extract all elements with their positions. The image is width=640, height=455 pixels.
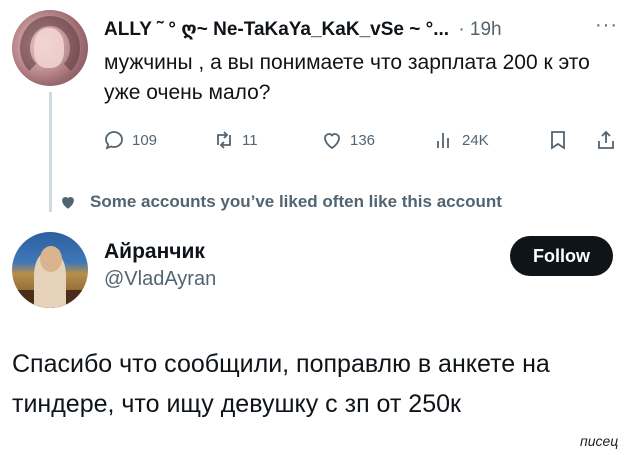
like-count: 136 (350, 131, 376, 149)
reply-icon (105, 131, 123, 150)
tweet2-handle[interactable]: @VladAyran (104, 268, 216, 291)
reply-count: 109 (132, 131, 158, 149)
retweet-count: 11 (242, 131, 258, 149)
tweet1-actions: 109 11 136 24K (102, 128, 622, 158)
avatar-ally[interactable] (12, 10, 88, 86)
thread-connector-line (49, 92, 52, 212)
tweet1-text: мужчины , а вы понимаете что зарплата 20… (104, 51, 590, 104)
heart-filled-icon (62, 197, 74, 209)
watermark-text: писец (580, 433, 619, 449)
tweet1-author-name[interactable]: ALLY ˜ ° ღ~ Ne-TaKaYa_KaK_vSe ~ °... (104, 19, 449, 40)
like-button[interactable]: 136 (320, 128, 375, 152)
views-count: 24K (462, 131, 489, 149)
bookmark-icon (551, 131, 565, 150)
reply-button[interactable]: 109 (102, 128, 157, 152)
avatar-ayranchik[interactable] (12, 232, 88, 308)
share-icon (598, 130, 614, 149)
avatar-head (40, 246, 62, 272)
views-button[interactable]: 24K (432, 128, 489, 152)
follow-button[interactable]: Follow (510, 236, 613, 276)
liked-notice-text: Some accounts you’ve liked often like th… (90, 192, 502, 211)
heart-icon (324, 133, 340, 150)
tweet2-author-name[interactable]: Айранчик (104, 240, 205, 264)
views-icon (437, 133, 449, 148)
retweet-icon (217, 131, 231, 149)
retweet-button[interactable]: 11 (212, 128, 258, 152)
tweet1-header: ALLY ˜ ° ღ~ Ne-TaKaYa_KaK_vSe ~ °... · 1… (104, 18, 502, 44)
bookmark-button[interactable] (546, 128, 570, 152)
avatar-face (34, 28, 64, 68)
liked-accounts-notice: Some accounts you’ve liked often like th… (58, 192, 502, 212)
share-button[interactable] (594, 128, 618, 152)
more-options-icon[interactable]: ··· (595, 14, 618, 37)
tweet1-timestamp[interactable]: · 19h (458, 19, 501, 40)
tweet2-text: Спасибо что сообщили, поправлю в анкете … (12, 350, 550, 418)
